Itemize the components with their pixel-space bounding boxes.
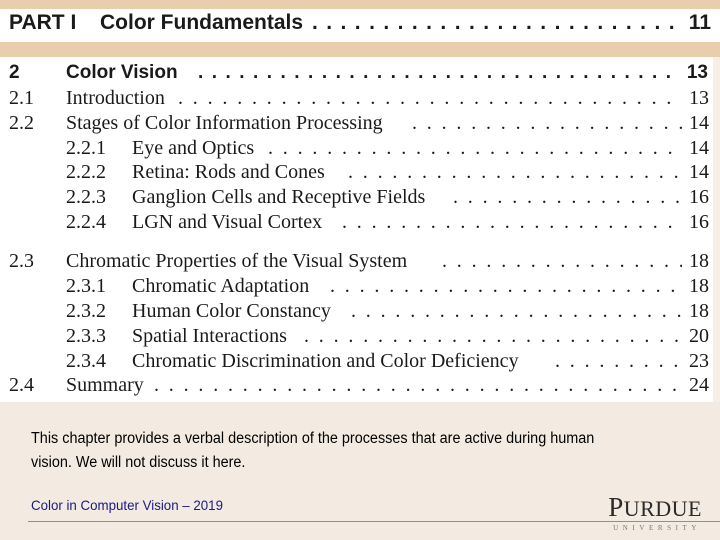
entry-number: 2.1	[9, 87, 34, 109]
toc-entry-row: 2.3 Chromatic Properties of the Visual Sy…	[0, 249, 720, 273]
entry-title: Eye and Optics	[132, 137, 255, 159]
part-leader: . . . . . . . . . . . . . . . . . . . . …	[312, 11, 680, 34]
entry-page: 18	[689, 300, 709, 322]
entry-leader: . . . . . . . . . . . . . . . . . . . . …	[342, 211, 682, 233]
entry-leader: . . . . . . . . . . . . . . . . . . . . …	[348, 161, 682, 183]
entry-number: 2.2.2	[66, 161, 106, 183]
entry-number: 2.2	[9, 112, 34, 134]
entry-number: 2.2.3	[66, 186, 106, 208]
entry-number: 2.2.4	[66, 211, 106, 233]
entry-number: 2.4	[9, 374, 34, 396]
entry-page: 23	[689, 350, 709, 372]
entry-page: 18	[689, 250, 709, 272]
entry-title: Human Color Constancy	[132, 300, 331, 322]
logo-wordmark: PURDUE	[608, 494, 702, 521]
entry-title: Introduction	[66, 87, 165, 109]
entry-title: LGN and Visual Cortex	[132, 211, 323, 233]
entry-page: 14	[689, 161, 709, 183]
entry-page: 14	[689, 112, 709, 134]
entry-title: Stages of Color Information Processing	[66, 112, 383, 134]
footer-course-title: Color in Computer Vision – 2019	[31, 497, 223, 513]
toc-entry-row: 2.2.3 Ganglion Cells and Receptive Fields…	[0, 185, 720, 209]
toc-entry-row: 2.3.1 Chromatic Adaptation . . . . . . . .…	[0, 274, 720, 298]
slide-description: This chapter provides a verbal descripti…	[31, 430, 595, 471]
part-label: PART I	[9, 11, 77, 34]
entry-leader: . . . . . . . . . . . . . . . . . . . . …	[154, 374, 682, 396]
table-of-contents-image: PART I Color Fundamentals . . . . . . . …	[0, 0, 720, 402]
entry-title: Ganglion Cells and Receptive Fields	[132, 186, 426, 208]
entry-number: 2.3.2	[66, 300, 106, 322]
toc-chapter-row: 2 Color Vision . . . . . . . . . . . . .…	[0, 61, 720, 85]
entry-title: Retina: Rods and Cones	[132, 161, 325, 183]
entry-leader: . . . . . . . . . . . . . . . . . . . . …	[178, 87, 682, 109]
entry-title: Spatial Interactions	[132, 325, 287, 347]
separator-band	[0, 42, 720, 57]
toc-entry-row: 2.2.2 Retina: Rods and Cones . . . . . . .…	[0, 160, 720, 184]
entry-leader: . . . . . . . . . . . . . . . . . . . . …	[304, 325, 682, 347]
entry-leader: . . . . . . . . . . . . . . . . . . . . …	[330, 275, 682, 297]
toc-entry-row: 2.2.1 Eye and Optics . . . . . . . . . . .…	[0, 136, 720, 160]
part-title: Color Fundamentals	[100, 11, 304, 34]
header-band	[0, 0, 720, 9]
chapter-leader: . . . . . . . . . . . . . . . . . . . . …	[198, 62, 680, 83]
entry-number: 2.3.3	[66, 325, 106, 347]
entry-leader: . . . . . . . . . . . . . . . . . . . . …	[351, 300, 682, 322]
chapter-page: 13	[686, 62, 708, 83]
toc-entry-row: 2.2 Stages of Color Information Processin…	[0, 111, 720, 135]
part-page: 11	[688, 11, 711, 34]
entry-leader: . . . . . . . . . . . . . . . . . . . . …	[442, 250, 682, 272]
entry-title: Chromatic Adaptation	[132, 275, 310, 297]
chapter-title: Color Vision	[66, 62, 178, 83]
entry-number: 2.3	[9, 250, 34, 272]
chapter-number: 2	[9, 62, 20, 83]
entry-number: 2.3.4	[66, 350, 106, 372]
logo-rest: URDUE	[623, 496, 702, 521]
toc-part-row: PART I Color Fundamentals . . . . . . . …	[0, 9, 720, 42]
toc-entry-row: 2.2.4 LGN and Visual Cortex . . . . . . . …	[0, 210, 720, 234]
toc-entry-row: 2.4 Summary . . . . . . . . . . . . . . . …	[0, 373, 720, 397]
entry-page: 16	[689, 211, 709, 233]
purdue-logo: PURDUE UNIVERSITY	[608, 494, 702, 533]
entry-page: 20	[689, 325, 709, 347]
toc-entry-row: 2.3.4 Chromatic Discrimination and Color …	[0, 349, 720, 373]
toc-entry-row: 2.3.2 Human Color Constancy . . . . . . . …	[0, 299, 720, 323]
entry-title: Chromatic Properties of the Visual Syste…	[66, 250, 408, 272]
logo-subtitle: UNIVERSITY	[613, 524, 702, 532]
entry-number: 2.2.1	[66, 137, 106, 159]
entry-leader: . . . . . . . . . . . . . . . . . . . . …	[412, 112, 682, 134]
page-edge	[713, 57, 720, 402]
toc-entry-row: 2.3.3 Spatial Interactions . . . . . . . .…	[0, 324, 720, 348]
entry-page: 16	[689, 186, 709, 208]
entry-page: 24	[689, 374, 709, 396]
entry-page: 18	[689, 275, 709, 297]
entry-number: 2.3.1	[66, 275, 106, 297]
entry-page: 13	[689, 87, 709, 109]
entry-leader: . . . . . . . . . . . . . . . . . . . . …	[268, 137, 682, 159]
logo-initial: P	[608, 492, 624, 522]
entry-title: Chromatic Discrimination and Color Defic…	[132, 350, 519, 372]
entry-page: 14	[689, 137, 709, 159]
entry-title: Summary	[66, 374, 144, 396]
entry-leader: . . . . . . . . . . . . . . . . . . . . …	[453, 186, 682, 208]
entry-leader: . . . . . . . . . . . . . . . . . . . . …	[555, 350, 682, 372]
toc-entry-row: 2.1 Introduction . . . . . . . . . . . . .…	[0, 86, 720, 110]
